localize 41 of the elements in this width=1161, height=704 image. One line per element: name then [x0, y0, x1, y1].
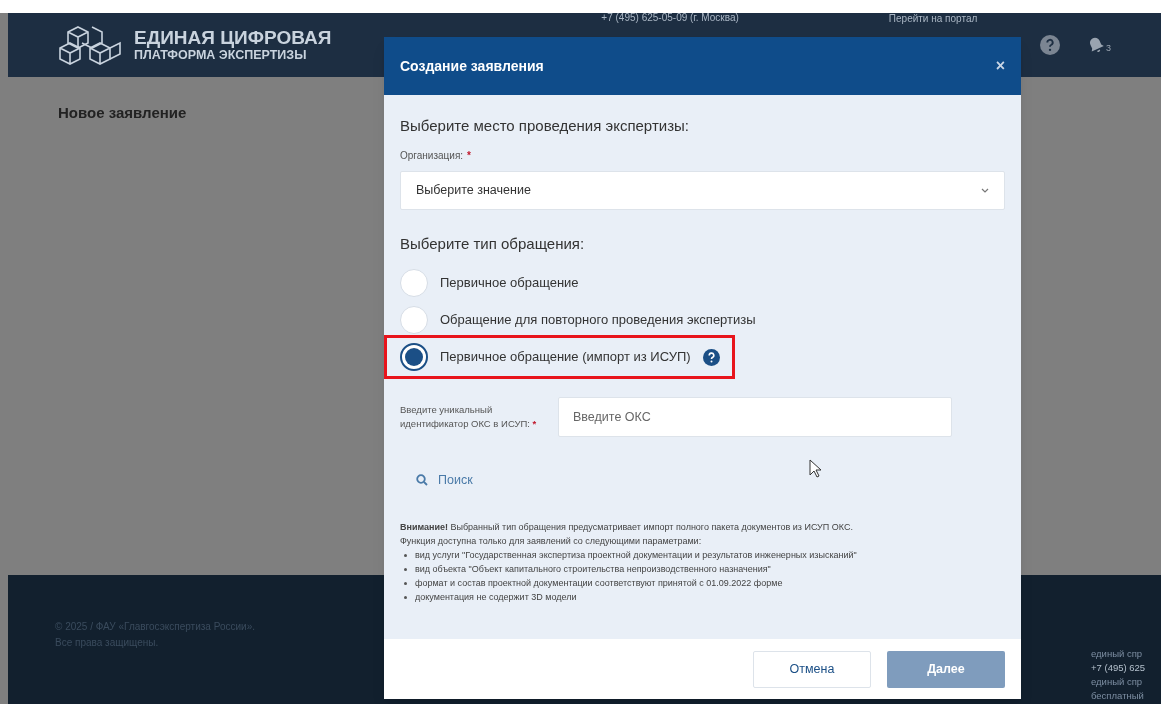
modal-title: Создание заявления: [400, 56, 544, 76]
search-icon: [416, 474, 428, 487]
cancel-button[interactable]: Отмена: [753, 650, 871, 688]
notice-list-item: вид объекта "Объект капитального строительства непроизводственного назначения": [415, 562, 771, 576]
field-label: Введите уникальный идентификатор ОКС в ИСУП: *: [400, 403, 538, 431]
radio-option[interactable]: Первичное обращение: [400, 265, 579, 301]
contact-text: единый спр: [1091, 675, 1144, 689]
required-mark: *: [467, 148, 471, 163]
notice-text: Функция доступна только для заявлений со следующими параметрами:: [400, 534, 703, 548]
field-label: Организация:: [400, 148, 464, 163]
bullet-icon: [404, 595, 407, 599]
mouse-cursor-icon: [808, 459, 823, 480]
notification-count: 3: [1106, 41, 1111, 55]
radio-option[interactable]: Обращение для повторного проведения экспертизы: [400, 302, 756, 338]
contact-text: бесплатный: [1091, 689, 1145, 703]
logo-subtitle: ПЛАТФОРМА ЭКСПЕРТИЗЫ: [134, 49, 308, 62]
section-heading: Выберите тип обращения:: [400, 233, 586, 254]
notice-text: Внимание! Выбранный тип обращения предусматривает импорт полного пакета документов из ИСУП ОКС.: [400, 520, 854, 534]
contact-text: +7 (495) 625: [1091, 661, 1147, 675]
section-heading: Выберите место проведения экспертизы:: [400, 116, 690, 136]
help-icon[interactable]: [1040, 35, 1060, 55]
chevron-down-icon: [981, 187, 989, 193]
bullet-icon: [404, 553, 407, 557]
organization-select[interactable]: Выберите значение: [400, 170, 1005, 210]
bullet-icon: [404, 567, 407, 571]
cubes-logo-icon: [58, 23, 122, 67]
notice-list-item: документация не содержит 3D модели: [415, 590, 577, 604]
notice-list-item: вид услуги "Государственная экспертиза проектной документации и результатов инженерных изысканий": [415, 548, 857, 562]
bullet-icon: [404, 581, 407, 585]
help-icon[interactable]: [702, 348, 720, 366]
radio-option[interactable]: Первичное обращение (импорт из ИСУП): [400, 339, 720, 375]
phone-number: +7 (495) 625-05-09 (г. Москва): [601, 12, 739, 23]
logo-title: ЕДИНАЯ ЦИФРОВАЯ: [134, 28, 332, 48]
portal-link[interactable]: Перейти на портал: [888, 13, 978, 24]
contact-text: единый спр: [1091, 647, 1144, 661]
page-title: Новое заявление: [58, 104, 187, 121]
radio-button[interactable]: [400, 343, 428, 371]
notice-list-item: формат и состав проектной документации соответствуют принятой с 01.09.2022 форме: [415, 576, 783, 590]
search-button[interactable]: Поиск: [400, 471, 473, 490]
close-button[interactable]: ×: [995, 58, 1005, 74]
oks-input-field[interactable]: Введите ОКС: [558, 397, 952, 437]
